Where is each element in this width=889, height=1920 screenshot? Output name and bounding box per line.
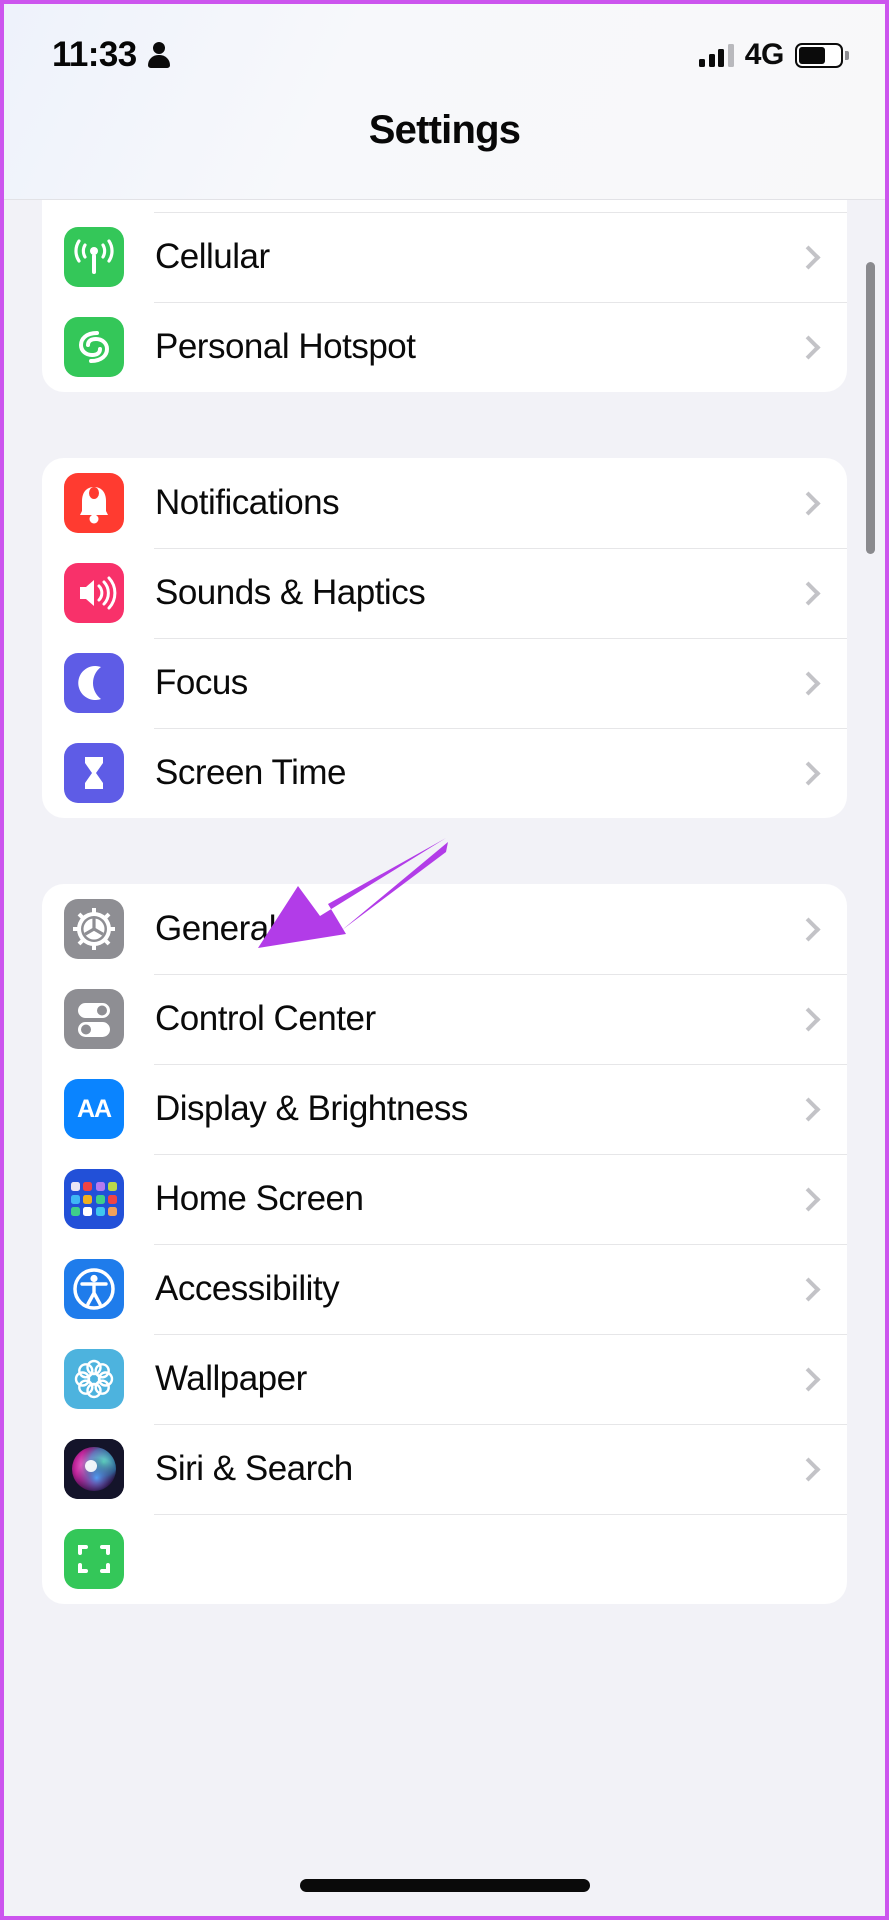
list-item-label: Control Center <box>155 999 376 1038</box>
list-item[interactable]: Screen Time <box>42 728 847 818</box>
hourglass-icon <box>64 743 124 803</box>
chevron-right-icon <box>796 760 821 786</box>
list-item-label: Home Screen <box>155 1179 364 1218</box>
list-item[interactable]: Accessibility <box>42 1244 847 1334</box>
speaker-icon <box>64 563 124 623</box>
status-time: 11:33 <box>52 35 137 74</box>
chevron-right-icon <box>796 334 821 360</box>
list-item-label: Sounds & Haptics <box>155 573 426 612</box>
cellular-signal-icon <box>699 43 734 67</box>
vertical-scrollbar[interactable] <box>866 262 875 554</box>
list-item[interactable]: Focus <box>42 638 847 728</box>
chevron-right-icon <box>796 1006 821 1032</box>
list-item-label: Siri & Search <box>155 1449 353 1488</box>
list-item[interactable]: Cellular <box>42 212 847 302</box>
display-brightness-aa-icon: AA <box>64 1079 124 1139</box>
status-bar: 11:33 4G <box>4 32 885 78</box>
chevron-right-icon <box>796 580 821 606</box>
status-bar-right: 4G <box>699 38 849 72</box>
settings-group-alerts: Notifications Sounds & Haptics Focus Scr… <box>42 458 847 818</box>
list-item-label: Cellular <box>155 237 270 276</box>
person-icon <box>147 42 170 68</box>
list-item-label: Focus <box>155 663 248 702</box>
cellular-icon <box>64 227 124 287</box>
list-item-general[interactable]: General <box>42 884 847 974</box>
list-item[interactable]: Notifications <box>42 458 847 548</box>
chevron-right-icon <box>796 1276 821 1302</box>
list-item[interactable]: Home Screen <box>42 1154 847 1244</box>
chevron-right-icon <box>796 1366 821 1392</box>
home-screen-grid-icon <box>64 1169 124 1229</box>
list-item[interactable]: AA Display & Brightness <box>42 1064 847 1154</box>
siri-orb-icon <box>64 1439 124 1499</box>
accessibility-icon <box>64 1259 124 1319</box>
list-item[interactable]: Sounds & Haptics <box>42 548 847 638</box>
network-type-label: 4G <box>744 38 785 71</box>
settings-list[interactable]: Bluetooth Not Connected Cellular <box>4 122 885 1916</box>
list-item[interactable] <box>42 1514 847 1604</box>
phone-screenshot-frame: 11:33 4G Settings Bluetooth <box>0 0 889 1920</box>
chevron-right-icon <box>796 916 821 942</box>
gear-icon <box>64 899 124 959</box>
list-item-label: Screen Time <box>155 753 346 792</box>
chevron-right-icon <box>796 670 821 696</box>
home-indicator <box>299 1879 590 1892</box>
moon-icon <box>64 653 124 713</box>
page-title: Settings <box>368 108 521 152</box>
app-grid <box>70 1182 118 1216</box>
control-center-toggles-icon <box>64 989 124 1049</box>
battery-icon <box>795 42 849 68</box>
list-item-label: Notifications <box>155 483 340 522</box>
chevron-right-icon <box>796 1096 821 1122</box>
list-item-label: Wallpaper <box>155 1359 307 1398</box>
list-item-label: General <box>155 909 277 948</box>
wallpaper-flower-icon <box>64 1349 124 1409</box>
status-bar-left: 11:33 <box>52 35 170 75</box>
list-item-label: Personal Hotspot <box>155 327 416 366</box>
screen-header: 11:33 4G Settings <box>4 4 885 200</box>
list-item-label: Accessibility <box>155 1269 340 1308</box>
list-item[interactable]: Siri & Search <box>42 1424 847 1514</box>
aa-glyph: AA <box>76 1094 112 1123</box>
faceid-icon <box>64 1529 124 1589</box>
list-item[interactable]: Wallpaper <box>42 1334 847 1424</box>
hotspot-icon <box>64 317 124 377</box>
list-item[interactable]: Control Center <box>42 974 847 1064</box>
chevron-right-icon <box>796 1186 821 1212</box>
list-item[interactable]: Personal Hotspot <box>42 302 847 392</box>
settings-group-system: General Control Center AA Display & Brig… <box>42 884 847 1604</box>
notifications-bell-icon <box>64 473 124 533</box>
list-item-label: Display & Brightness <box>155 1089 468 1128</box>
chevron-right-icon <box>796 244 821 270</box>
chevron-right-icon <box>796 1456 821 1482</box>
chevron-right-icon <box>796 490 821 516</box>
